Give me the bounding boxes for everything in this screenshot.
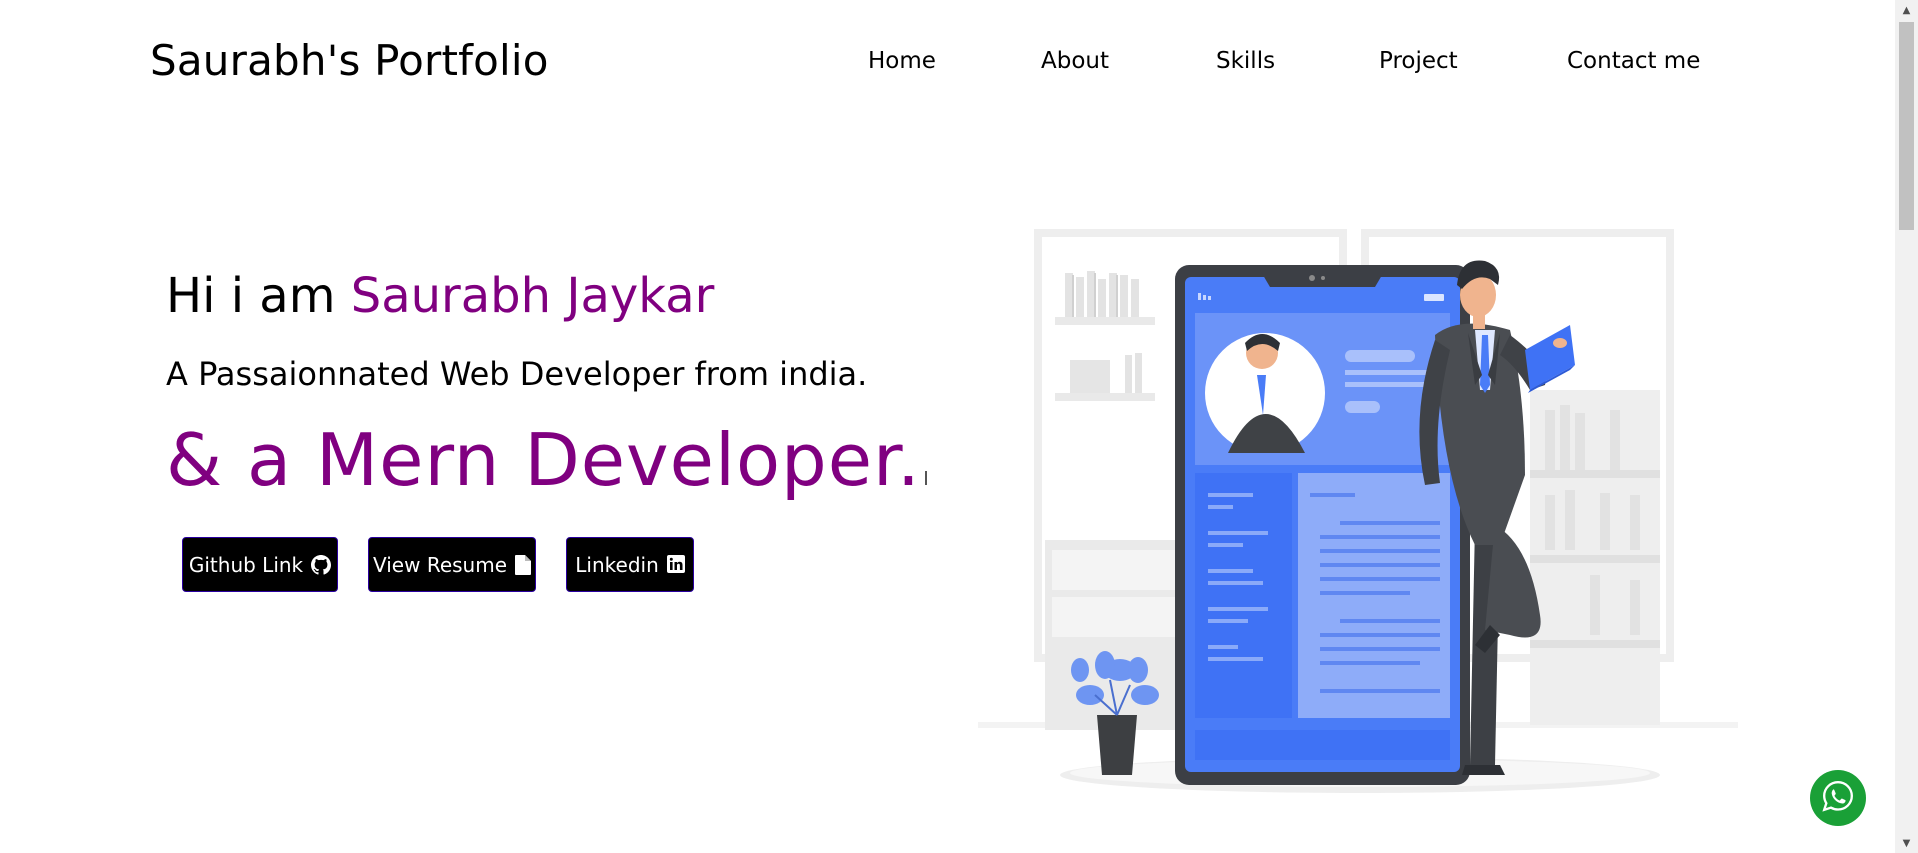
nav-link-home[interactable]: Home [868,48,936,74]
nav-link-contact[interactable]: Contact me [1567,48,1700,74]
whatsapp-icon [1821,779,1855,817]
scrollbar-thumb[interactable] [1899,22,1914,230]
scroll-up-arrow-icon[interactable]: ▲ [1895,0,1918,20]
file-icon [515,554,532,575]
developer-illustration [978,229,1738,793]
whatsapp-button[interactable] [1810,770,1866,826]
github-link-label: Github Link [188,552,304,577]
nav-link-project[interactable]: Project [1379,48,1458,74]
hero-name: Saurabh Jaykar [350,268,715,324]
typed-text-line: & a Mern Developer. [166,418,927,502]
brand-title[interactable]: Saurabh's Portfolio [150,36,549,85]
github-icon [311,554,332,575]
linkedin-label: Linkedin [575,552,659,577]
github-link-button[interactable]: Github Link [182,537,338,592]
nav-link-skills[interactable]: Skills [1216,48,1275,74]
hero-greeting: Hi i am Saurabh Jaykar [166,268,714,324]
hero-greeting-prefix: Hi i am [166,268,336,324]
scroll-down-arrow-icon[interactable]: ▼ [1895,833,1918,853]
linkedin-button[interactable]: Linkedin [566,537,694,592]
nav-link-about[interactable]: About [1041,48,1109,74]
view-resume-label: View Resume [373,552,508,577]
view-resume-button[interactable]: View Resume [368,537,536,592]
hero-subtitle: A Passaionnated Web Developer from india… [166,355,868,393]
linkedin-icon [666,554,685,575]
page-scrollbar[interactable]: ▲ ▼ [1895,0,1918,853]
hero-illustration [970,225,1750,805]
navbar: Saurabh's Portfolio Home About Skills Pr… [0,0,1895,128]
typing-cursor [924,471,927,485]
typed-text: & a Mern Developer. [166,418,921,502]
